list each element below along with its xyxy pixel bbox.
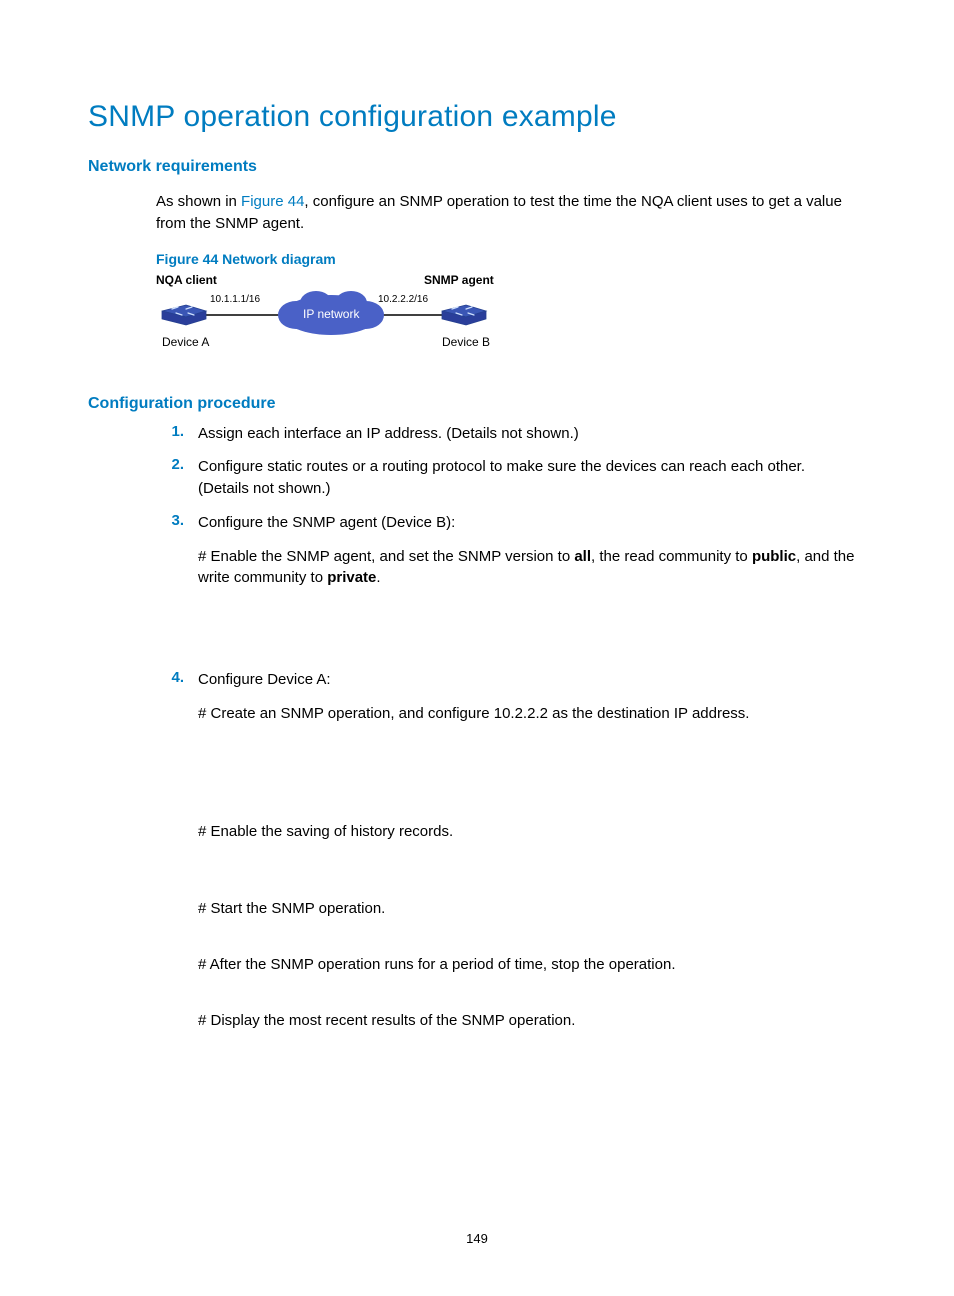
figure-caption: Figure 44 Network diagram bbox=[156, 251, 866, 267]
section-configuration-procedure: Configuration procedure bbox=[88, 395, 866, 413]
s3-b2: public bbox=[752, 548, 796, 565]
step4-a: # Create an SNMP operation, and configur… bbox=[198, 703, 858, 725]
list-item: 2. Configure static routes or a routing … bbox=[156, 456, 866, 500]
page-number: 149 bbox=[0, 1231, 954, 1246]
label-ip-a: 10.1.1.1/16 bbox=[210, 294, 260, 305]
figure-link[interactable]: Figure 44 bbox=[241, 193, 304, 210]
list-item: 1. Assign each interface an IP address. … bbox=[156, 423, 866, 445]
step-number: 2. bbox=[156, 456, 184, 473]
label-device-a: Device A bbox=[162, 335, 209, 349]
s3-end: . bbox=[376, 569, 380, 586]
step-number: 1. bbox=[156, 423, 184, 440]
label-ip-network: IP network bbox=[303, 307, 359, 321]
intro-pre: As shown in bbox=[156, 193, 241, 210]
label-device-b: Device B bbox=[442, 335, 490, 349]
label-nqa-client: NQA client bbox=[156, 273, 217, 287]
step4-b: # Enable the saving of history records. bbox=[198, 821, 858, 843]
step3-sub: # Enable the SNMP agent, and set the SNM… bbox=[198, 546, 858, 590]
list-item: 3. Configure the SNMP agent (Device B): bbox=[156, 512, 866, 534]
step4-e: # Display the most recent results of the… bbox=[198, 1010, 858, 1032]
step-number: 4. bbox=[156, 669, 184, 686]
procedure-list: 1. Assign each interface an IP address. … bbox=[156, 423, 866, 534]
list-item: 4. Configure Device A: bbox=[156, 669, 866, 691]
label-snmp-agent: SNMP agent bbox=[424, 273, 494, 287]
label-ip-b: 10.2.2.2/16 bbox=[378, 294, 428, 305]
step-text: Configure the SNMP agent (Device B): bbox=[198, 512, 455, 534]
step-text: Configure Device A: bbox=[198, 669, 331, 691]
network-diagram: NQA client SNMP agent 10.1.1.1/16 10.2.2… bbox=[156, 273, 516, 363]
step-number: 3. bbox=[156, 512, 184, 529]
s3-b1: all bbox=[574, 548, 591, 565]
s3-b3: private bbox=[327, 569, 376, 586]
s3-pre: # Enable the SNMP agent, and set the SNM… bbox=[198, 548, 574, 565]
intro-paragraph: As shown in Figure 44, configure an SNMP… bbox=[156, 191, 866, 235]
s3-m1: , the read community to bbox=[591, 548, 752, 565]
step-text: Assign each interface an IP address. (De… bbox=[198, 423, 579, 445]
step4-c: # Start the SNMP operation. bbox=[198, 898, 858, 920]
section-network-requirements: Network requirements bbox=[88, 158, 866, 176]
step-text: Configure static routes or a routing pro… bbox=[198, 456, 858, 500]
step4-d: # After the SNMP operation runs for a pe… bbox=[198, 954, 858, 976]
page-title: SNMP operation configuration example bbox=[88, 100, 866, 134]
